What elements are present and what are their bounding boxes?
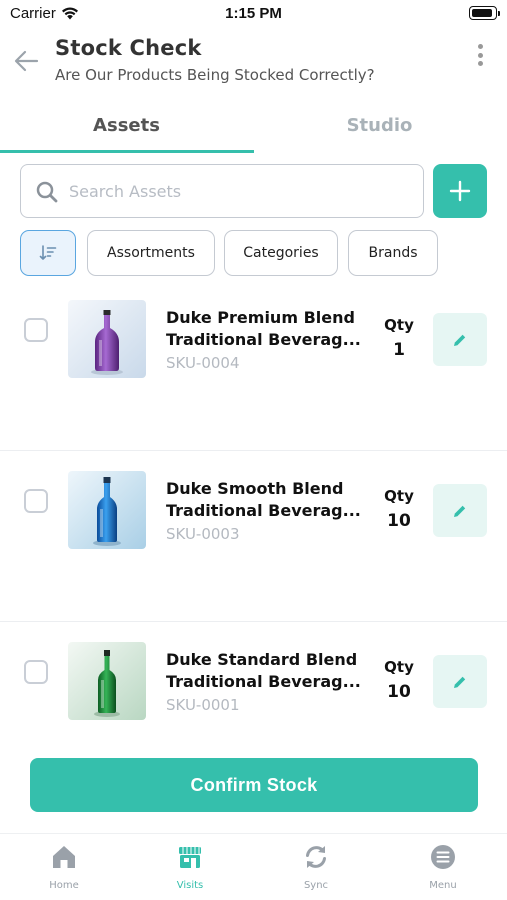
menu-icon	[430, 842, 456, 872]
battery-icon	[469, 6, 500, 20]
product-image	[68, 642, 146, 720]
tab-bar: Assets Studio	[0, 100, 507, 154]
sort-button[interactable]	[20, 230, 76, 276]
tabbar-label: Visits	[176, 880, 204, 891]
product-image	[68, 471, 146, 549]
tabbar-label: Sync	[303, 880, 329, 891]
tabbar-label: Menu	[429, 880, 457, 891]
product-row: Duke Premium Blend Traditional Beverag..…	[0, 288, 507, 451]
tabbar-home[interactable]: Home	[1, 842, 127, 898]
search-box	[20, 164, 424, 218]
page-subtitle: Are Our Products Being Stocked Correctly…	[55, 66, 375, 84]
tab-assets[interactable]: Assets	[0, 100, 253, 150]
page-title: Stock Check	[55, 36, 202, 60]
status-time: 1:15 PM	[225, 5, 282, 22]
more-vertical-icon	[477, 44, 483, 49]
pencil-icon	[454, 676, 466, 688]
product-description: Traditional Beverag...	[166, 501, 361, 520]
more-options-button[interactable]	[473, 42, 487, 68]
qty-label: Qty	[384, 316, 414, 334]
product-sku: SKU-0003	[166, 525, 240, 543]
qty-value: 10	[387, 511, 411, 531]
sync-icon	[303, 842, 329, 872]
search-icon	[35, 180, 59, 208]
product-list[interactable]: Duke Premium Blend Traditional Beverag..…	[0, 288, 507, 740]
product-sku: SKU-0001	[166, 696, 240, 714]
product-checkbox[interactable]	[24, 318, 48, 342]
product-sku: SKU-0004	[166, 354, 240, 372]
product-row: Duke Standard Blend Traditional Beverag.…	[0, 622, 507, 740]
product-name: Duke Standard Blend	[166, 650, 358, 669]
edit-qty-button[interactable]	[433, 484, 487, 537]
sort-icon	[39, 245, 57, 260]
qty-label: Qty	[384, 658, 414, 676]
product-image	[68, 300, 146, 378]
status-bar: Carrier 1:15 PM	[0, 0, 507, 28]
filter-brands[interactable]: Brands	[348, 230, 438, 276]
tabbar-menu[interactable]: Menu	[380, 842, 506, 898]
confirm-stock-button[interactable]: Confirm Stock	[30, 758, 478, 812]
add-asset-button[interactable]	[433, 164, 487, 218]
back-button[interactable]	[12, 46, 42, 76]
plus-icon	[449, 180, 471, 202]
product-checkbox[interactable]	[24, 660, 48, 684]
bottom-tab-bar: Home Visits Sync Menu	[0, 833, 507, 900]
store-icon	[177, 842, 203, 872]
tabbar-visits[interactable]: Visits	[127, 842, 253, 898]
filter-assortments[interactable]: Assortments	[87, 230, 215, 276]
tab-indicator	[0, 150, 254, 153]
edit-qty-button[interactable]	[433, 313, 487, 366]
product-name: Duke Smooth Blend	[166, 479, 344, 498]
back-arrow-icon	[14, 50, 39, 72]
filter-categories[interactable]: Categories	[224, 230, 338, 276]
app-header: Stock Check Are Our Products Being Stock…	[0, 30, 507, 92]
pencil-icon	[454, 505, 466, 517]
qty-value: 1	[393, 340, 405, 360]
tabbar-sync[interactable]: Sync	[253, 842, 379, 898]
product-description: Traditional Beverag...	[166, 672, 361, 691]
product-description: Traditional Beverag...	[166, 330, 361, 349]
qty-value: 10	[387, 682, 411, 702]
tabbar-label: Home	[49, 880, 79, 891]
qty-label: Qty	[384, 487, 414, 505]
pencil-icon	[454, 334, 466, 346]
search-input[interactable]	[69, 167, 409, 215]
product-checkbox[interactable]	[24, 489, 48, 513]
tab-studio[interactable]: Studio	[253, 100, 506, 150]
home-icon	[51, 842, 77, 872]
product-name: Duke Premium Blend	[166, 308, 355, 327]
product-row: Duke Smooth Blend Traditional Beverag...…	[0, 451, 507, 622]
edit-qty-button[interactable]	[433, 655, 487, 708]
